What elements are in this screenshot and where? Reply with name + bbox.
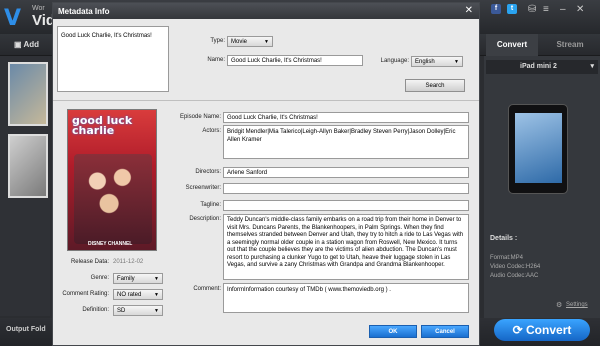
definition-value: SD — [117, 308, 126, 314]
chevron-down-icon: ▼ — [264, 39, 269, 45]
description-label: Description: — [189, 216, 221, 222]
detail-format: Format:MP4 — [490, 255, 524, 261]
screenwriter-label: Screenwriter: — [185, 185, 221, 191]
add-label: Add — [23, 40, 40, 49]
tagline-label: Tagline: — [200, 202, 221, 208]
movie-poster: good luck charlie DISNEY CHANNEL — [67, 109, 157, 251]
details-title: Details : — [490, 235, 518, 242]
video-thumbnail[interactable] — [8, 134, 48, 198]
comment-textarea[interactable]: InformInformation courtesy of TMDb ( www… — [223, 283, 469, 313]
app-logo-icon: V — [4, 6, 22, 31]
chevron-down-icon: ▼ — [454, 59, 459, 65]
episode-input[interactable]: Good Luck Charlie, It's Christmas! — [223, 112, 469, 123]
gear-icon: ⚙ — [556, 302, 563, 309]
name-input[interactable]: Good Luck Charlie, It's Christmas! — [227, 55, 363, 66]
release-label: Release Data: — [70, 259, 109, 265]
metadata-dialog: Metadata Info ✕ Good Luck Charlie, It's … — [52, 2, 480, 346]
rating-value: NO rated — [117, 292, 142, 298]
menu-icon[interactable]: ≡ — [543, 4, 549, 15]
genre-label: Genre: — [90, 275, 109, 281]
device-screen — [515, 113, 562, 183]
convert-label: Convert — [526, 323, 572, 337]
detail-video-codec: Video Codec:H264 — [490, 264, 541, 270]
directors-label: Directors: — [195, 169, 221, 175]
rating-select[interactable]: NO rated ▼ — [113, 289, 163, 300]
device-dropdown[interactable]: iPad mini 2 ▾ — [486, 60, 598, 74]
poster-title: good luck charlie — [72, 115, 132, 137]
tagline-input[interactable] — [223, 200, 469, 211]
add-files-button[interactable]: ▣ Add — [8, 37, 45, 53]
video-thumbnail[interactable] — [8, 62, 48, 126]
language-select[interactable]: English ▼ — [411, 56, 463, 67]
dialog-title: Metadata Info — [58, 7, 110, 16]
rating-label: Comment Rating: — [62, 291, 109, 297]
language-value: English — [415, 59, 435, 65]
episode-label: Episode Name: — [179, 114, 221, 120]
chevron-down-icon: ▾ — [590, 63, 594, 70]
chevron-down-icon: ▼ — [154, 308, 159, 314]
app-brand-top: Wor — [32, 5, 45, 12]
actors-textarea[interactable]: Bridgit Mendler|Mia Talerico|Leigh-Allyn… — [223, 125, 469, 159]
cancel-button[interactable]: Cancel — [421, 325, 469, 338]
genre-select[interactable]: Family ▼ — [113, 273, 163, 284]
language-label: Language: — [380, 58, 409, 64]
directors-input[interactable]: Arlene Sanford — [223, 167, 469, 178]
screenwriter-input[interactable] — [223, 183, 469, 194]
close-icon[interactable]: ✕ — [465, 5, 473, 16]
poster-title-line2: charlie — [72, 124, 115, 137]
search-results-list[interactable]: Good Luck Charlie, It's Christmas! — [57, 26, 169, 92]
dialog-title-bar: Metadata Info ✕ — [53, 3, 479, 19]
description-textarea[interactable]: Teddy Duncan's middle-class family embar… — [223, 214, 469, 280]
detail-audio-codec: Audio Codec:AAC — [490, 273, 539, 279]
tab-convert[interactable]: Convert — [486, 34, 538, 56]
facebook-icon[interactable]: f — [491, 4, 501, 14]
chevron-down-icon: ▼ — [154, 276, 159, 282]
poster-footer: DISNEY CHANNEL — [88, 241, 133, 247]
release-value: 2011-12-02 — [113, 259, 144, 265]
actors-label: Actors: — [202, 128, 221, 134]
device-image — [508, 104, 568, 194]
minimize-icon[interactable]: – — [560, 4, 566, 15]
poster-image — [74, 154, 152, 244]
output-folder-label: Output Fold — [6, 326, 46, 333]
definition-select[interactable]: SD ▼ — [113, 305, 163, 316]
convert-button[interactable]: ⟳ Convert — [494, 319, 590, 341]
convert-icon: ⟳ — [512, 323, 527, 337]
device-value: iPad mini 2 — [520, 63, 557, 70]
comment-label: Comment: — [193, 286, 221, 292]
dialog-divider — [53, 100, 479, 101]
name-label: Name: — [207, 57, 225, 63]
list-item[interactable]: Good Luck Charlie, It's Christmas! — [61, 33, 152, 39]
app-close-icon[interactable]: ✕ — [576, 4, 584, 15]
twitter-icon[interactable]: t — [507, 4, 517, 14]
search-button[interactable]: Search — [405, 79, 465, 92]
type-select[interactable]: Movie ▼ — [227, 36, 273, 47]
definition-label: Definition: — [82, 307, 109, 313]
type-label: Type: — [210, 38, 225, 44]
genre-value: Family — [117, 276, 135, 282]
chevron-down-icon: ▼ — [154, 292, 159, 298]
type-value: Movie — [231, 39, 248, 45]
cart-icon[interactable]: ⛁ — [528, 4, 536, 15]
tab-stream[interactable]: Stream — [540, 34, 600, 56]
file-list-pane — [0, 56, 50, 316]
settings-link[interactable]: Settings — [566, 302, 588, 308]
ok-button[interactable]: OK — [369, 325, 417, 338]
